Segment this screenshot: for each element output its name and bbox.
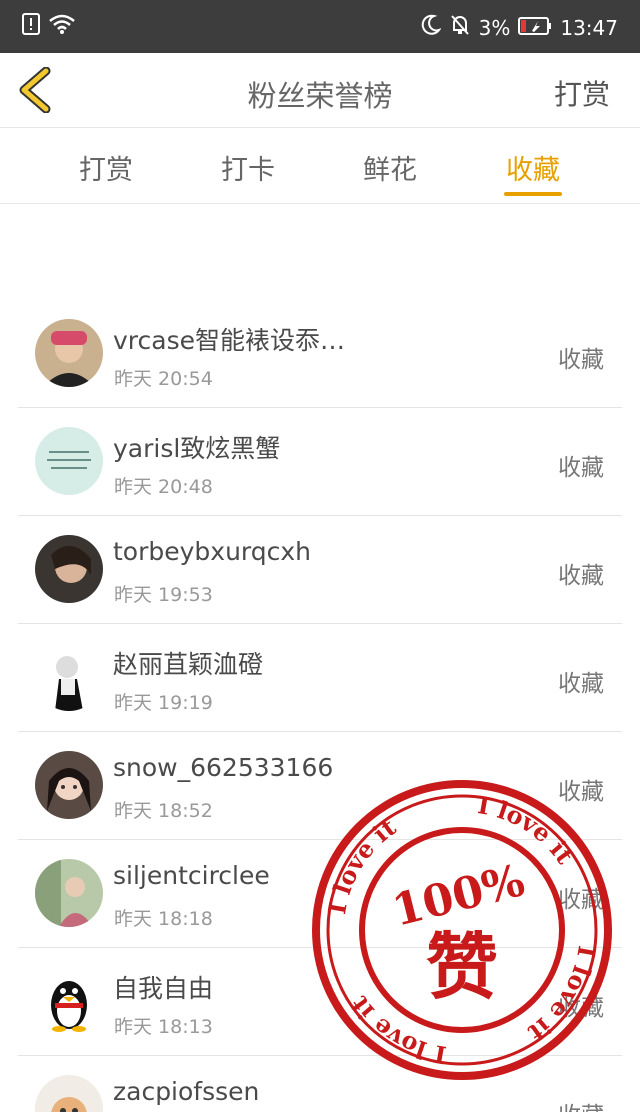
tab-bar: 打赏 打卡 鲜花 收藏 xyxy=(0,128,640,204)
user-name: yarisl致炫黑蟹 xyxy=(113,434,281,463)
avatar xyxy=(35,643,103,711)
tab-flowers[interactable]: 鲜花 xyxy=(340,148,440,187)
action-label: 收藏 xyxy=(558,779,604,805)
moon-icon xyxy=(421,14,442,41)
clock: 13:47 xyxy=(560,15,618,40)
mute-bell-icon xyxy=(449,14,471,41)
timestamp: 昨天 20:54 xyxy=(114,368,213,390)
avatar xyxy=(35,1075,103,1112)
timestamp: 昨天 18:52 xyxy=(114,800,213,822)
action-label: 收藏 xyxy=(558,887,604,913)
avatar xyxy=(35,535,103,603)
avatar xyxy=(35,967,103,1035)
avatar xyxy=(35,427,103,495)
alert-sim-icon xyxy=(22,12,40,40)
user-name: snow_662533166 xyxy=(113,753,334,782)
user-name: 自我自由 xyxy=(113,974,214,1003)
battery-percent: 3% xyxy=(478,15,511,40)
action-label: 收藏 xyxy=(558,995,604,1021)
action-label: 收藏 xyxy=(558,347,604,373)
action-label: 收藏 xyxy=(558,671,604,697)
timestamp: 昨天 20:48 xyxy=(114,476,213,498)
active-tab-indicator xyxy=(504,192,562,196)
timestamp: 昨天 19:53 xyxy=(114,584,213,606)
user-name: torbeybxurqcxh xyxy=(113,537,312,566)
tab-favorites[interactable]: 收藏 xyxy=(483,148,583,187)
status-bar: 3% 13:47 xyxy=(0,0,640,53)
list-item[interactable]: 自我自由 昨天 18:13 收藏 xyxy=(18,948,622,1056)
battery-icon xyxy=(518,16,552,40)
fan-list: vrcase智能裱设忝… 昨天 20:54 收藏 yarisl致炫黑蟹 昨天 2… xyxy=(18,300,622,1112)
user-name: vrcase智能裱设忝… xyxy=(113,326,345,355)
avatar xyxy=(35,859,103,927)
user-name: siljentcirclee xyxy=(113,861,270,890)
avatar xyxy=(35,751,103,819)
action-label: 收藏 xyxy=(558,563,604,589)
list-item[interactable]: snow_662533166 昨天 18:52 收藏 xyxy=(18,732,622,840)
user-name: zacpiofssen xyxy=(113,1077,260,1106)
timestamp: 昨天 19:19 xyxy=(114,692,213,714)
timestamp: 昨天 18:13 xyxy=(114,1016,213,1038)
list-item[interactable]: yarisl致炫黑蟹 昨天 20:48 收藏 xyxy=(18,408,622,516)
tab-checkin[interactable]: 打卡 xyxy=(198,148,298,187)
user-name: 赵丽苴颖洫磴 xyxy=(113,650,264,679)
list-item[interactable]: zacpiofssen 收藏 xyxy=(18,1056,622,1112)
list-item[interactable]: torbeybxurqcxh 昨天 19:53 收藏 xyxy=(18,516,622,624)
timestamp: 昨天 18:18 xyxy=(114,908,213,930)
tab-reward[interactable]: 打赏 xyxy=(56,148,156,187)
list-item[interactable]: 赵丽苴颖洫磴 昨天 19:19 收藏 xyxy=(18,624,622,732)
page-title: 粉丝荣誉榜 xyxy=(247,79,393,113)
avatar xyxy=(35,319,103,387)
wifi-icon xyxy=(48,13,76,39)
list-item[interactable]: siljentcirclee 昨天 18:18 收藏 xyxy=(18,840,622,948)
list-item[interactable]: vrcase智能裱设忝… 昨天 20:54 收藏 xyxy=(18,300,622,408)
reward-button[interactable]: 打赏 xyxy=(554,73,610,113)
action-label: 收藏 xyxy=(558,455,604,481)
action-label: 收藏 xyxy=(558,1096,604,1112)
nav-bar: 粉丝荣誉榜 打赏 xyxy=(0,53,640,128)
